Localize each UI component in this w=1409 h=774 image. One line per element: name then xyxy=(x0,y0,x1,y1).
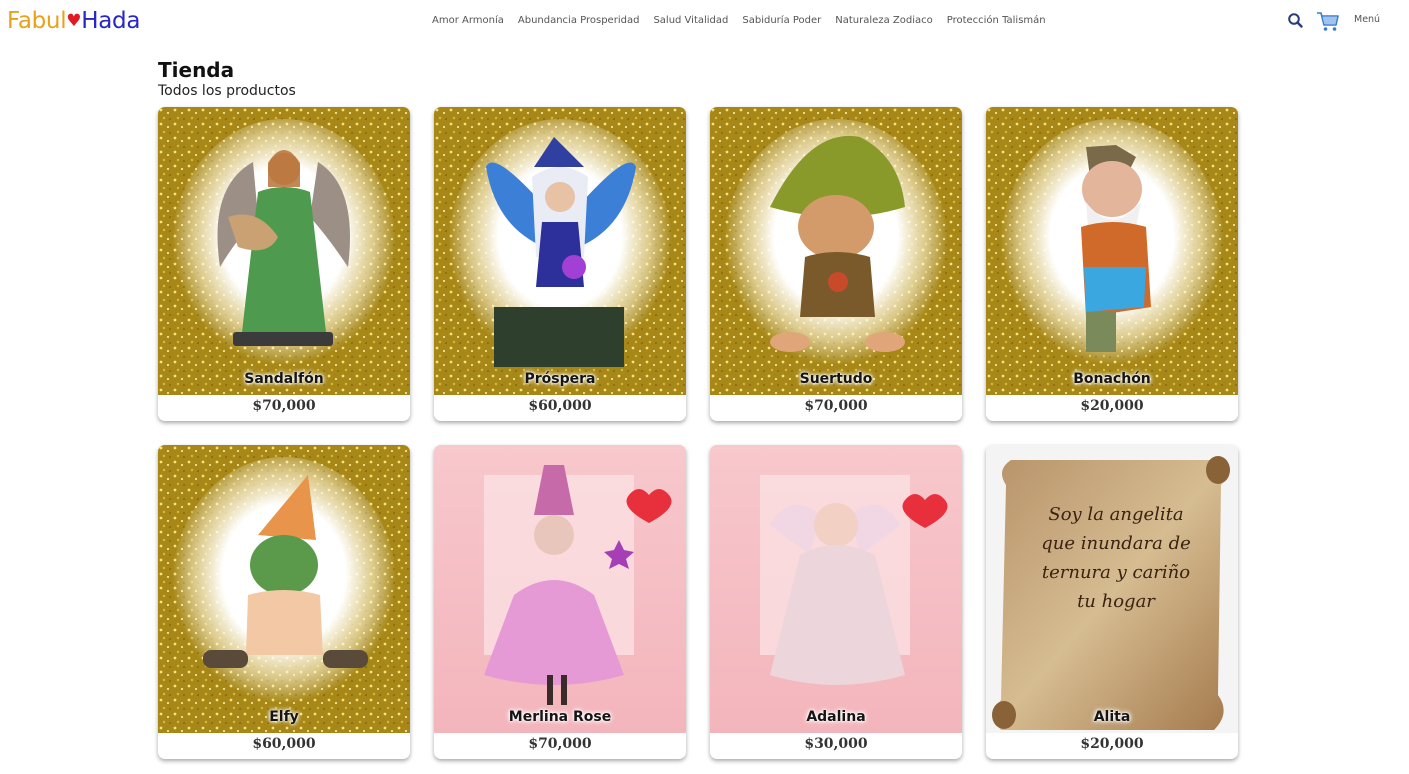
nav-item-amor-armonia[interactable]: Amor Armonía xyxy=(432,14,504,27)
scroll-line: Soy la angelita xyxy=(1048,504,1184,525)
page-title: Tienda xyxy=(158,58,235,82)
product-name: Merlina Rose xyxy=(508,709,612,725)
nav-item-naturaleza-zodiaco[interactable]: Naturaleza Zodiaco xyxy=(835,14,932,27)
nav-item-sabiduria-poder[interactable]: Sabiduría Poder xyxy=(742,14,821,27)
product-name: Bonachón xyxy=(1073,371,1151,387)
scroll-line: ternura y cariño xyxy=(1041,562,1191,583)
nav-item-salud-vitalidad[interactable]: Salud Vitalidad xyxy=(653,14,728,27)
logo-text-fabul: Fabul xyxy=(7,8,67,34)
product-name: Alita xyxy=(1093,709,1131,725)
product-card[interactable]: Suertudo $70,000 xyxy=(710,107,962,421)
product-name: Elfy xyxy=(269,709,299,725)
product-name: Próspera xyxy=(524,371,596,387)
scroll-line: tu hogar xyxy=(1077,591,1155,612)
product-image xyxy=(434,107,686,395)
product-price: $20,000 xyxy=(1080,736,1144,752)
menu-button[interactable]: Menú xyxy=(1354,14,1380,25)
product-card[interactable]: Merlina Rose $70,000 xyxy=(434,445,686,759)
main-nav: Amor Armonía Abundancia Prosperidad Salu… xyxy=(425,14,1053,27)
product-image: Soy la angelita que inundara de ternura … xyxy=(986,445,1238,733)
logo-text-hada: Hada xyxy=(81,8,141,34)
product-price: $60,000 xyxy=(528,398,592,414)
product-price: $70,000 xyxy=(528,736,592,752)
product-image xyxy=(434,445,686,733)
product-card[interactable]: Sandalfón $70,000 xyxy=(158,107,410,421)
nav-item-proteccion-talisman[interactable]: Protección Talismán xyxy=(947,14,1046,27)
product-name: Sandalfón xyxy=(244,371,324,387)
product-name: Suertudo xyxy=(799,371,873,387)
cart-icon[interactable] xyxy=(1316,11,1340,31)
product-card[interactable]: Adalina $30,000 xyxy=(710,445,962,759)
page-subtitle: Todos los productos xyxy=(158,83,296,99)
product-price: $70,000 xyxy=(252,398,316,414)
product-card[interactable]: Bonachón $20,000 xyxy=(986,107,1238,421)
product-price: $20,000 xyxy=(1080,398,1144,414)
product-image xyxy=(158,107,410,395)
site-header: Fabul♥Hada Amor Armonía Abundancia Prosp… xyxy=(0,0,1409,42)
product-image xyxy=(710,107,962,395)
logo-heart-icon: ♥ xyxy=(66,11,82,31)
product-card[interactable]: Soy la angelita que inundara de ternura … xyxy=(986,445,1238,759)
product-price: $30,000 xyxy=(804,736,868,752)
product-card[interactable]: Elfy $60,000 xyxy=(158,445,410,759)
product-image xyxy=(710,445,962,733)
product-price: $70,000 xyxy=(804,398,868,414)
product-card[interactable]: Próspera $60,000 xyxy=(434,107,686,421)
site-logo[interactable]: Fabul♥Hada xyxy=(7,7,140,37)
product-image xyxy=(986,107,1238,395)
scroll-line: que inundara de xyxy=(1041,533,1191,554)
search-icon[interactable] xyxy=(1286,11,1306,31)
product-price: $60,000 xyxy=(252,736,316,752)
nav-item-abundancia-prosperidad[interactable]: Abundancia Prosperidad xyxy=(518,14,640,27)
scroll-text: Soy la angelita que inundara de ternura … xyxy=(1016,500,1216,616)
product-name: Adalina xyxy=(806,709,866,725)
product-image xyxy=(158,445,410,733)
